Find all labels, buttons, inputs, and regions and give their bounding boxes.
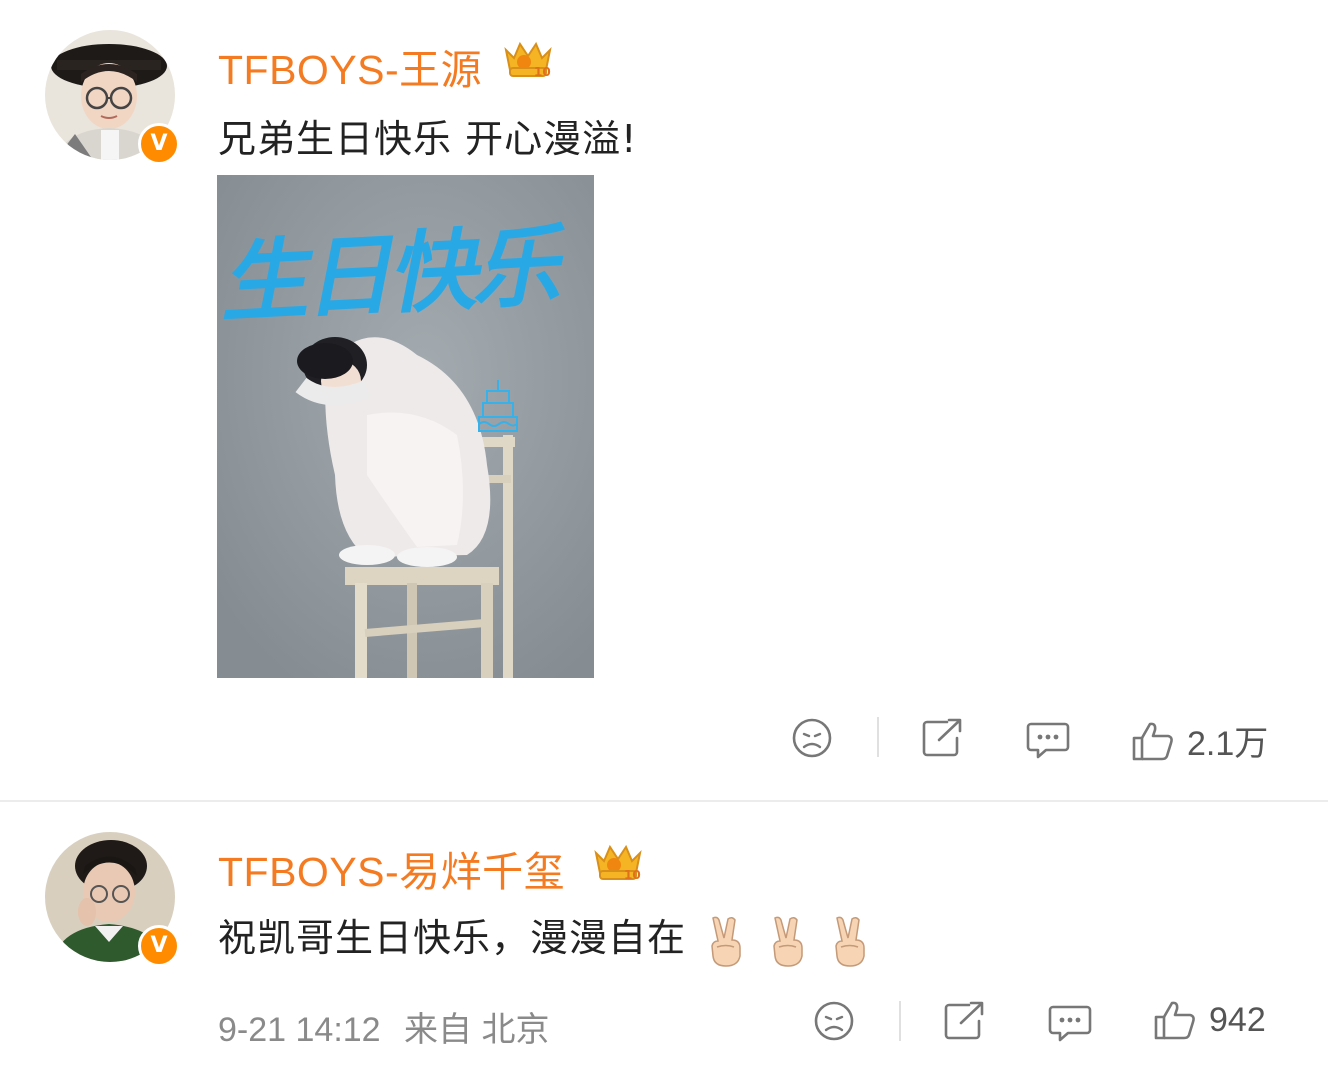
share-button[interactable] <box>943 999 987 1041</box>
verified-badge-icon: V <box>138 925 180 967</box>
post-card-wangyuan: V TFBOYS-王源 10 兄弟生日快乐 开心漫溢! 生日快乐 2.1万 <box>0 0 1328 800</box>
frown-face-icon <box>814 1001 854 1041</box>
share-icon <box>922 718 962 757</box>
victory-hand-emoji-icon <box>704 914 748 968</box>
username[interactable]: TFBOYS-易烊千玺 <box>218 838 565 898</box>
comment-button[interactable] <box>1048 1000 1092 1044</box>
svg-text:10: 10 <box>534 65 551 79</box>
comment-button[interactable] <box>1026 717 1070 761</box>
thumbs-up-icon <box>1132 722 1173 760</box>
verified-badge-icon: V <box>138 123 180 165</box>
avatar-wangyuan[interactable]: V <box>45 30 180 165</box>
post-card-yiyangqianxi: V TFBOYS-易烊千玺 10 祝凯哥生日快乐，漫漫自在 9-21 14:12… <box>0 801 1328 1080</box>
comment-icon <box>1026 722 1070 759</box>
post-time: 9-21 14:12 <box>218 1011 381 1049</box>
svg-text:10: 10 <box>624 868 641 882</box>
like-button[interactable]: 2.1万 <box>1131 716 1268 765</box>
frown-face-icon <box>792 718 832 758</box>
post-content: 兄弟生日快乐 开心漫溢! <box>218 117 638 161</box>
comment-icon <box>1048 1005 1092 1042</box>
action-separator <box>899 1001 901 1041</box>
share-icon <box>944 1001 984 1040</box>
username[interactable]: TFBOYS-王源 <box>218 36 482 96</box>
post-content-text: 祝凯哥生日快乐，漫漫自在 <box>218 916 687 960</box>
member-crown-icon[interactable]: 10 <box>590 839 646 885</box>
post-meta: 9-21 14:12 来自 北京 <box>218 1002 550 1051</box>
thumbs-up-icon <box>1154 1001 1195 1040</box>
dislike-button[interactable] <box>791 717 833 759</box>
poster-overlay-text: 生日快乐 <box>217 213 558 335</box>
like-count: 2.1万 <box>1187 725 1269 763</box>
member-crown-icon[interactable]: 10 <box>500 36 556 82</box>
post-content: 祝凯哥生日快乐，漫漫自在 <box>218 907 872 968</box>
avatar-yiyangqianxi[interactable]: V <box>45 832 180 967</box>
like-button[interactable]: 942 <box>1153 999 1266 1041</box>
victory-hand-emoji-icon <box>766 914 810 968</box>
dislike-button[interactable] <box>813 1000 855 1042</box>
share-button[interactable] <box>921 716 965 758</box>
like-count: 942 <box>1209 1000 1266 1039</box>
post-image[interactable]: 生日快乐 <box>217 175 594 678</box>
victory-hand-emoji-icon <box>828 914 872 968</box>
action-separator <box>877 717 879 757</box>
post-source: 来自 北京 <box>404 1011 550 1049</box>
